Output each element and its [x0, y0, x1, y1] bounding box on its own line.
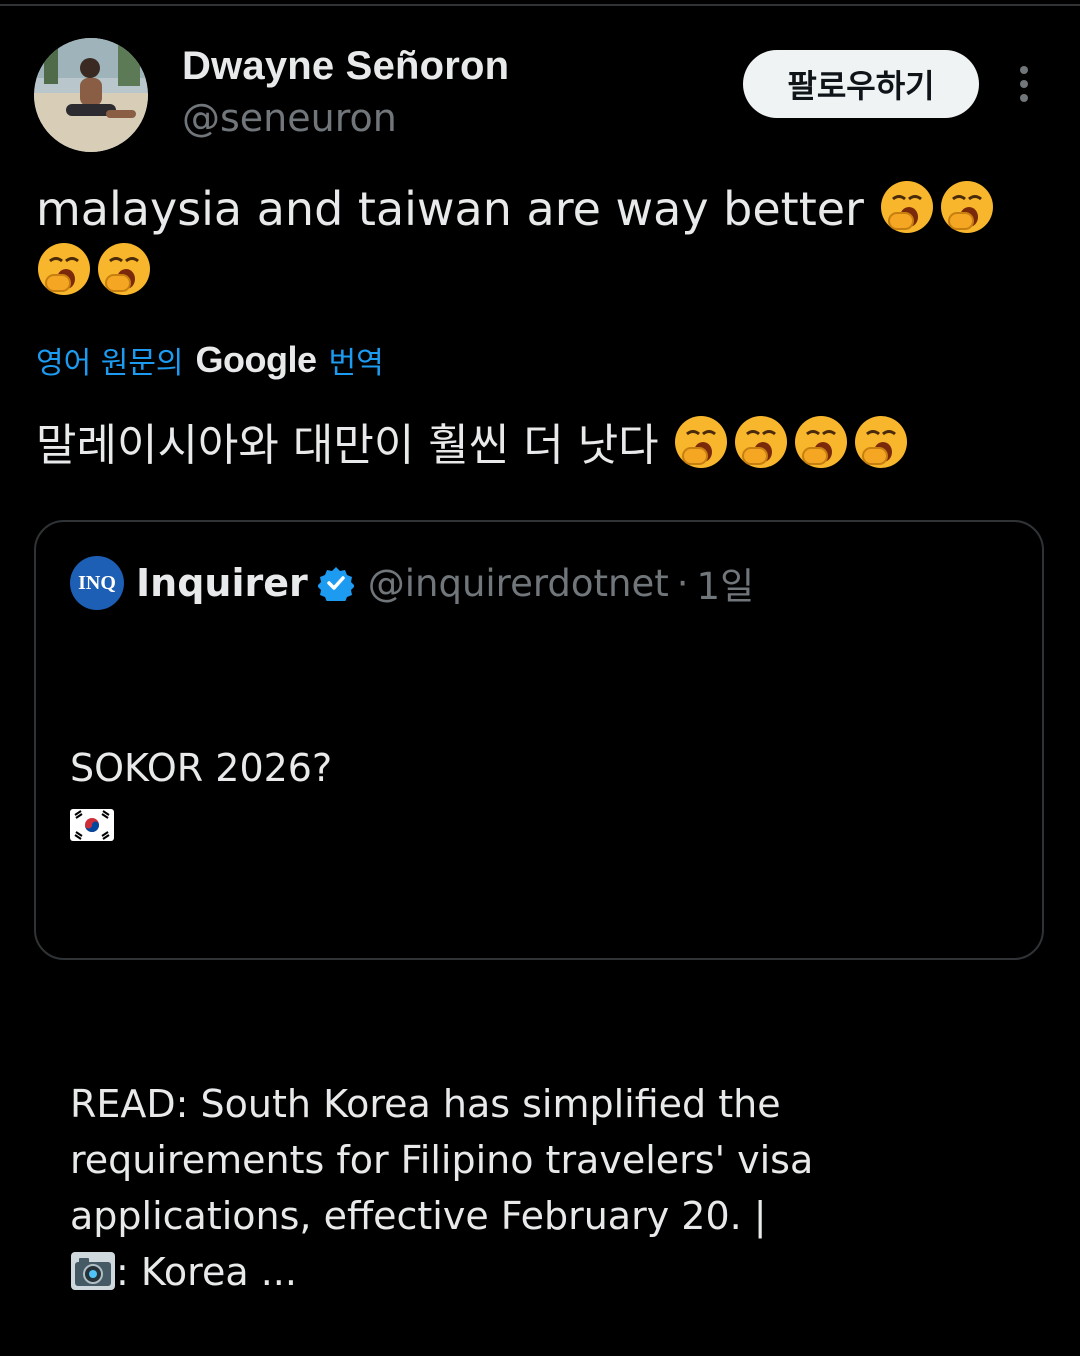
quoted-author-handle[interactable]: @inquirerdotnet: [368, 562, 669, 605]
follow-button[interactable]: 팔로우하기: [743, 50, 979, 118]
quoted-headline: SOKOR 2026?: [70, 746, 333, 790]
more-dot: [1020, 66, 1028, 74]
yawning-face-emoji-icon: [734, 416, 787, 468]
top-divider: [0, 4, 1080, 6]
yawning-face-emoji-icon: [880, 181, 933, 233]
avatar-photo: [34, 38, 148, 152]
quoted-credit: : Korea ...: [116, 1250, 297, 1294]
quoted-author-name[interactable]: Inquirer: [136, 561, 308, 605]
yawning-face-emoji-icon: [940, 181, 993, 233]
quoted-timestamp[interactable]: 1일: [697, 556, 755, 610]
author-name[interactable]: Dwayne Señoron: [182, 44, 509, 89]
inquirer-avatar[interactable]: INQ: [70, 556, 124, 610]
quoted-paragraph: READ: South Korea has simplified the req…: [70, 1082, 814, 1238]
separator-dot: ·: [676, 561, 689, 605]
yawning-face-emoji-icon: [674, 416, 727, 468]
yawning-face-emoji-icon: [98, 243, 150, 295]
verified-badge-icon: [317, 567, 354, 601]
translated-body: 말레이시아와 대만이 훨씬 더 낫다: [36, 420, 659, 471]
quoted-line-1: SOKOR 2026?: [70, 684, 1010, 852]
camera-icon: [71, 1252, 115, 1290]
avatar[interactable]: [34, 38, 148, 152]
yawning-face-emoji-icon: [794, 416, 847, 468]
translation-suffix: 번역: [328, 346, 384, 381]
quoted-line-2: READ: South Korea has simplified the req…: [70, 1020, 1010, 1300]
more-dot: [1020, 80, 1028, 88]
more-options-icon[interactable]: [1010, 66, 1038, 102]
tweet-text: malaysia and taiwan are way better: [36, 178, 1036, 302]
quoted-tweet-card[interactable]: INQ Inquirer @inquirerdotnet · 1일 SOKOR …: [34, 520, 1044, 1294]
translation-attribution[interactable]: 영어 원문의 Google 번역: [36, 334, 384, 386]
more-dot: [1020, 94, 1028, 102]
tweet-body: malaysia and taiwan are way better: [36, 182, 864, 236]
yawning-face-emoji-icon: [38, 243, 90, 295]
yawning-face-emoji-icon: [854, 416, 907, 468]
south-korea-flag-icon: [70, 809, 114, 841]
translation-prefix: 영어 원문의: [36, 346, 184, 381]
google-logo: Google: [195, 339, 318, 380]
author-handle[interactable]: @seneuron: [182, 96, 397, 140]
quoted-tweet-body: SOKOR 2026? READ: South Korea has simpli…: [70, 628, 1010, 1356]
translated-text: 말레이시아와 대만이 훨씬 더 낫다: [36, 414, 1046, 477]
quoted-tweet-header: INQ Inquirer @inquirerdotnet · 1일: [70, 556, 755, 610]
